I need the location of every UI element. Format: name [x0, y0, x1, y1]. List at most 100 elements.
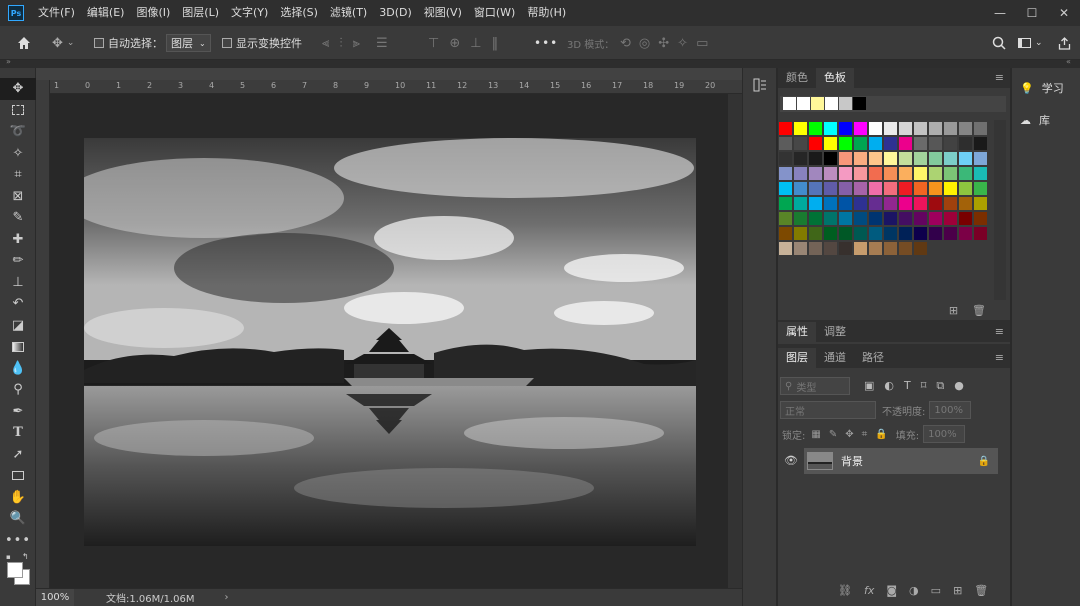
color-swatch[interactable]: [974, 167, 987, 180]
color-swatch[interactable]: [944, 182, 957, 195]
color-swatch[interactable]: [839, 122, 852, 135]
default-colors-icon[interactable]: ▪: [6, 553, 11, 561]
color-swatch[interactable]: [794, 167, 807, 180]
tab-color[interactable]: 颜色: [778, 68, 816, 88]
color-swatch[interactable]: [944, 167, 957, 180]
recent-swatch[interactable]: [825, 97, 838, 110]
color-swatch[interactable]: [914, 122, 927, 135]
color-swatch[interactable]: [809, 152, 822, 165]
blur-tool-icon[interactable]: 💧: [0, 358, 36, 380]
move-tool-preset[interactable]: ✥ ⌄: [52, 26, 74, 60]
color-swatch[interactable]: [959, 212, 972, 225]
link-layers-icon[interactable]: ⛓: [838, 584, 852, 597]
color-swatch[interactable]: [944, 212, 957, 225]
color-swatch[interactable]: [959, 167, 972, 180]
workspace-button[interactable]: ⌄: [1018, 26, 1043, 60]
more-options-button[interactable]: •••: [534, 26, 558, 60]
collapse-arrows-icon[interactable]: »: [6, 57, 11, 66]
color-swatch[interactable]: [854, 182, 867, 195]
crop-tool-icon[interactable]: ⌗: [0, 164, 36, 186]
color-swatch[interactable]: [899, 137, 912, 150]
collapse-arrows-icon[interactable]: «: [1066, 57, 1071, 66]
color-swatch[interactable]: [854, 167, 867, 180]
canvas-image[interactable]: [84, 138, 696, 546]
color-swatch[interactable]: [959, 182, 972, 195]
panel-menu-icon[interactable]: ≡: [995, 325, 1004, 338]
lock-artboard-icon[interactable]: ⌗: [862, 429, 868, 440]
color-swatch[interactable]: [809, 122, 822, 135]
3d-slide-icon[interactable]: ✧: [677, 36, 688, 51]
align-center-h-icon[interactable]: ⫶: [339, 36, 342, 51]
color-swatch[interactable]: [794, 122, 807, 135]
lock-position-icon[interactable]: ✥: [845, 429, 853, 440]
color-swatch[interactable]: [839, 197, 852, 210]
visibility-eye-icon[interactable]: 👁: [784, 454, 798, 467]
color-swatch[interactable]: [809, 182, 822, 195]
color-swatch[interactable]: [914, 137, 927, 150]
color-swatch[interactable]: [779, 227, 792, 240]
align-right-icon[interactable]: ⫸: [353, 36, 360, 51]
distribute-v-icon[interactable]: ‖: [492, 36, 499, 51]
zoom-tool-icon[interactable]: 🔍: [0, 508, 36, 530]
color-swatch[interactable]: [824, 167, 837, 180]
color-swatch[interactable]: [794, 212, 807, 225]
color-swatch[interactable]: [794, 197, 807, 210]
color-swatch[interactable]: [929, 212, 942, 225]
color-swatch[interactable]: [809, 242, 822, 255]
color-swatch[interactable]: [914, 167, 927, 180]
color-swatch[interactable]: [944, 152, 957, 165]
color-swatch[interactable]: [779, 152, 792, 165]
color-swatch[interactable]: [929, 152, 942, 165]
color-swatch[interactable]: [869, 182, 882, 195]
history-brush-tool-icon[interactable]: ↶: [0, 293, 36, 315]
color-swatch[interactable]: [779, 182, 792, 195]
vertical-ruler[interactable]: [36, 80, 50, 588]
color-swatch[interactable]: [914, 152, 927, 165]
color-swatch[interactable]: [869, 167, 882, 180]
opacity-field[interactable]: 100%: [929, 401, 972, 419]
color-swatch[interactable]: [794, 137, 807, 150]
color-swatch[interactable]: [869, 242, 882, 255]
color-swatch[interactable]: [869, 152, 882, 165]
color-swatch[interactable]: [914, 227, 927, 240]
menu-select[interactable]: 选择(S): [274, 0, 324, 26]
horizontal-ruler[interactable]: 1 0 1 2 3 4 5 6 7 8 9 10 11 12 13 14 15 …: [50, 80, 742, 94]
menu-3d[interactable]: 3D(D): [373, 0, 418, 26]
color-swatch[interactable]: [794, 242, 807, 255]
color-swatch[interactable]: [899, 212, 912, 225]
recent-swatch[interactable]: [811, 97, 824, 110]
color-swatch[interactable]: [974, 227, 987, 240]
color-swatch[interactable]: [974, 122, 987, 135]
magic-wand-tool-icon[interactable]: ✧: [0, 143, 36, 165]
color-swatch[interactable]: [839, 242, 852, 255]
color-swatch[interactable]: [779, 212, 792, 225]
edit-toolbar-icon[interactable]: •••: [0, 530, 36, 552]
color-swatch[interactable]: [794, 227, 807, 240]
color-swatch[interactable]: [824, 242, 837, 255]
color-swatch[interactable]: [779, 242, 792, 255]
filter-smart-object-icon[interactable]: ⧉: [936, 379, 944, 393]
close-button[interactable]: ✕: [1048, 0, 1080, 26]
vertical-scrollbar[interactable]: [728, 94, 742, 588]
foreground-color-swatch[interactable]: [7, 562, 23, 578]
color-swatch[interactable]: [854, 227, 867, 240]
add-mask-icon[interactable]: ◙: [886, 584, 897, 597]
tab-layers[interactable]: 图层: [778, 348, 816, 368]
color-swatch[interactable]: [824, 137, 837, 150]
lasso-tool-icon[interactable]: ➰: [0, 121, 36, 143]
eraser-tool-icon[interactable]: ◪: [0, 315, 36, 337]
color-swatch[interactable]: [824, 197, 837, 210]
fill-field[interactable]: 100%: [923, 425, 966, 443]
color-swatch[interactable]: [824, 182, 837, 195]
status-menu-arrow[interactable]: ›: [225, 592, 229, 603]
adjustment-layer-icon[interactable]: ◑: [909, 584, 919, 597]
clone-stamp-tool-icon[interactable]: ⊥: [0, 272, 36, 294]
color-swatch[interactable]: [794, 182, 807, 195]
color-swatch[interactable]: [884, 227, 897, 240]
color-swatch[interactable]: [779, 167, 792, 180]
hand-tool-icon[interactable]: ✋: [0, 487, 36, 509]
color-swatch[interactable]: [914, 182, 927, 195]
color-swatch[interactable]: [854, 242, 867, 255]
menu-edit[interactable]: 编辑(E): [81, 0, 131, 26]
delete-swatch-icon[interactable]: 🗑: [972, 304, 986, 317]
